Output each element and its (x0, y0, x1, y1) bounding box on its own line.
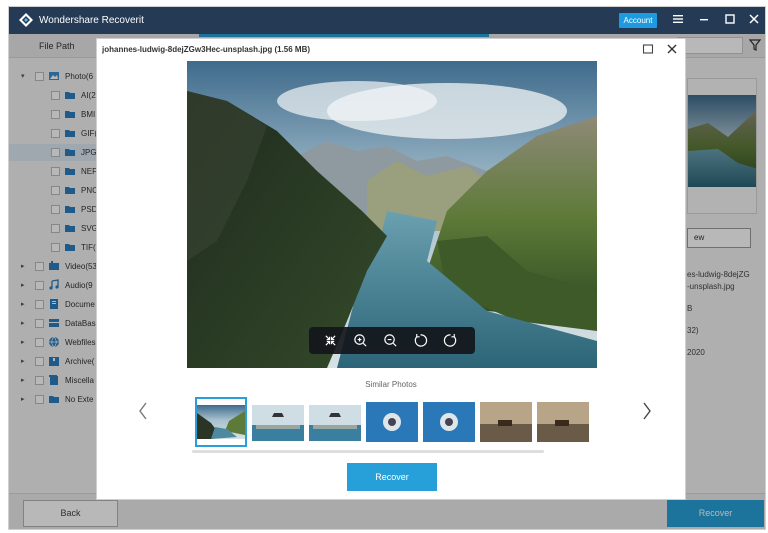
dialog-maximize-icon[interactable] (642, 43, 654, 55)
similar-photos-strip (195, 397, 595, 447)
dialog-title: johannes-ludwig-8dejZGw3Hec-unsplash.jpg… (102, 45, 311, 54)
photo-preview (187, 61, 597, 368)
similar-photo-thumbnail[interactable] (252, 405, 304, 445)
minimize-icon[interactable] (697, 13, 711, 27)
similar-photo-thumbnail[interactable] (309, 405, 361, 445)
zoom-in-icon[interactable] (353, 333, 368, 348)
account-button[interactable]: Account (619, 13, 657, 28)
similar-photo-thumbnail[interactable] (366, 402, 418, 442)
app-title: Wondershare Recoverit (39, 15, 144, 26)
previous-photo-icon[interactable] (137, 401, 149, 421)
thumbnail-scrollbar[interactable] (192, 450, 544, 453)
close-icon[interactable] (747, 13, 761, 27)
photo-preview-dialog: johannes-ludwig-8dejZGw3Hec-unsplash.jpg… (96, 38, 686, 500)
rotate-right-icon[interactable] (443, 333, 458, 348)
preview-toolbar (309, 327, 475, 354)
recoverit-logo-icon (19, 13, 33, 27)
similar-photos-label: Similar Photos (365, 380, 417, 389)
similar-photo-thumbnail[interactable] (423, 402, 475, 442)
title-bar: Wondershare Recoverit Account (9, 7, 765, 34)
fit-screen-icon[interactable] (323, 333, 338, 348)
menu-icon[interactable] (671, 13, 685, 27)
similar-photo-thumbnail[interactable] (537, 402, 589, 442)
maximize-icon[interactable] (723, 13, 737, 27)
rotate-left-icon[interactable] (413, 333, 428, 348)
dialog-recover-button[interactable]: Recover (347, 463, 437, 491)
dialog-close-icon[interactable] (666, 43, 678, 55)
similar-photo-thumbnail[interactable] (480, 402, 532, 442)
zoom-out-icon[interactable] (383, 333, 398, 348)
next-photo-icon[interactable] (641, 401, 653, 421)
similar-photo-thumbnail[interactable] (195, 397, 247, 447)
